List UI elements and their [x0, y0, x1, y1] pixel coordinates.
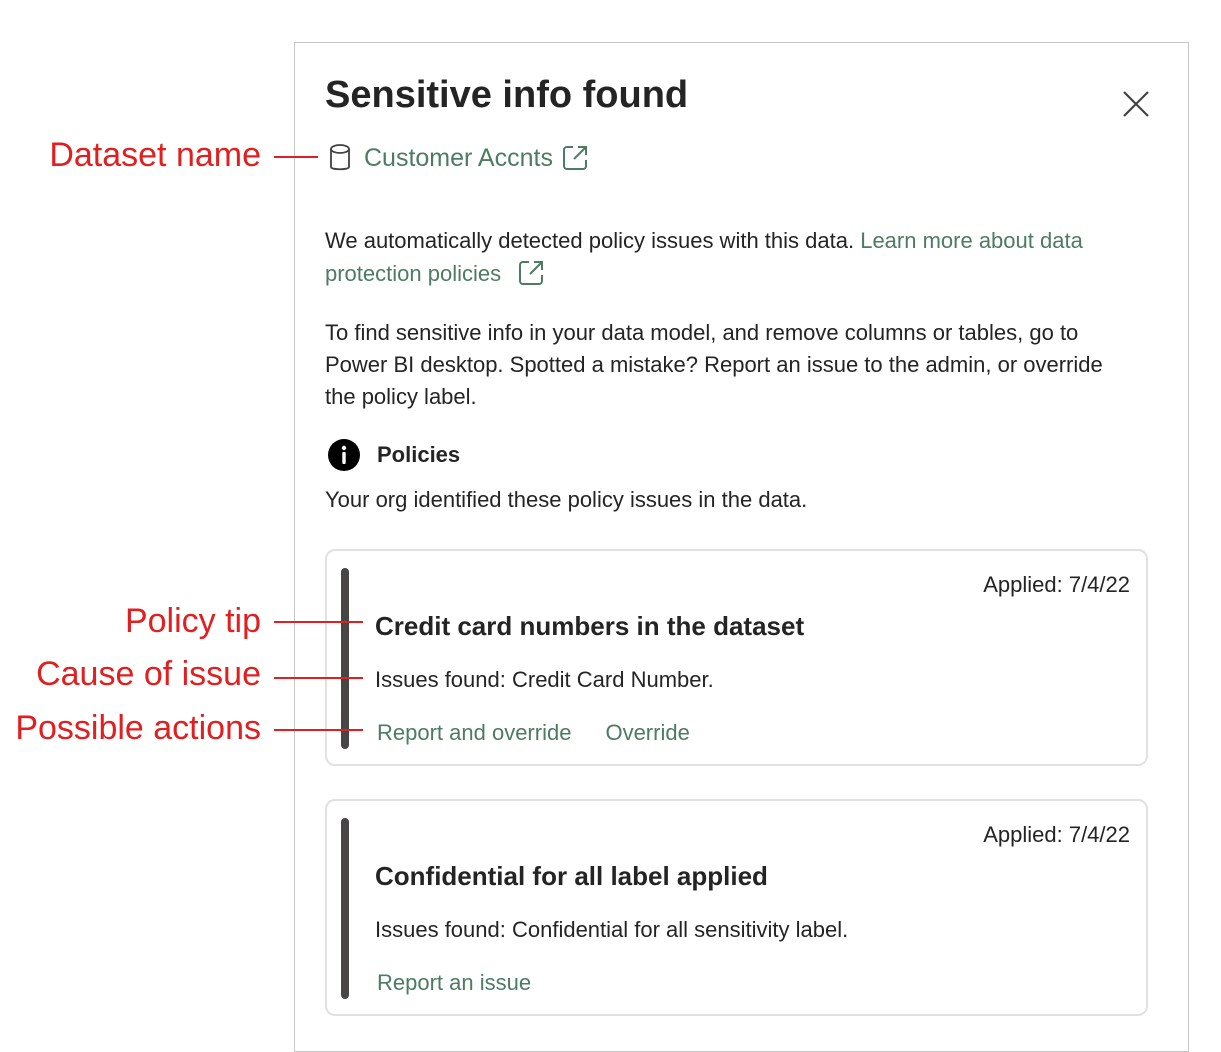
annotation-line [274, 729, 363, 731]
applied-date: Applied: 7/4/22 [983, 572, 1130, 597]
dataset-name-link[interactable]: Customer Accnts [364, 144, 553, 173]
instructions-paragraph: To find sensitive info in your data mode… [325, 320, 1103, 409]
report-and-override-link[interactable]: Report and override [377, 720, 571, 746]
close-button[interactable] [1118, 86, 1154, 122]
info-icon [328, 439, 360, 471]
policy-card-accent-bar [341, 568, 349, 749]
policy-actions: Report an issue [377, 970, 531, 996]
annotation-line [274, 677, 363, 679]
policy-tip-title: Credit card numbers in the dataset [375, 611, 805, 641]
close-icon [1123, 91, 1149, 117]
policies-label: Policies [377, 442, 461, 467]
annotation-cause-of-issue: Cause of issue [36, 655, 261, 693]
external-link-icon[interactable] [559, 142, 591, 174]
issues-found: Issues found: Credit Card Number. [375, 667, 714, 692]
external-link-icon[interactable] [515, 257, 547, 289]
intro-text: We automatically detected policy issues … [325, 228, 855, 253]
annotation-possible-actions: Possible actions [15, 709, 261, 747]
annotation-dataset-name: Dataset name [49, 136, 261, 174]
annotation-line [274, 156, 318, 158]
applied-date: Applied: 7/4/22 [983, 822, 1130, 847]
annotation-policy-tip: Policy tip [124, 602, 261, 640]
database-icon [330, 144, 350, 171]
panel-title: Sensitive info found [325, 74, 689, 116]
policy-tip-title: Confidential for all label applied [375, 861, 768, 891]
override-link[interactable]: Override [605, 720, 689, 746]
annotation-line [274, 621, 363, 623]
policies-header: Policies [327, 438, 460, 472]
policy-card-accent-bar [341, 818, 349, 999]
intro-paragraph: We automatically detected policy issues … [325, 225, 1135, 290]
policy-actions: Report and override Override [377, 720, 690, 746]
dataset-row: Customer Accnts [328, 140, 591, 176]
issues-found: Issues found: Confidential for all sensi… [375, 917, 849, 942]
policy-card: Applied: 7/4/22 Confidential for all lab… [325, 799, 1148, 1016]
report-an-issue-link[interactable]: Report an issue [377, 970, 531, 996]
policy-card: Applied: 7/4/22 Credit card numbers in t… [325, 549, 1148, 766]
policies-description: Your org identified these policy issues … [325, 487, 808, 512]
